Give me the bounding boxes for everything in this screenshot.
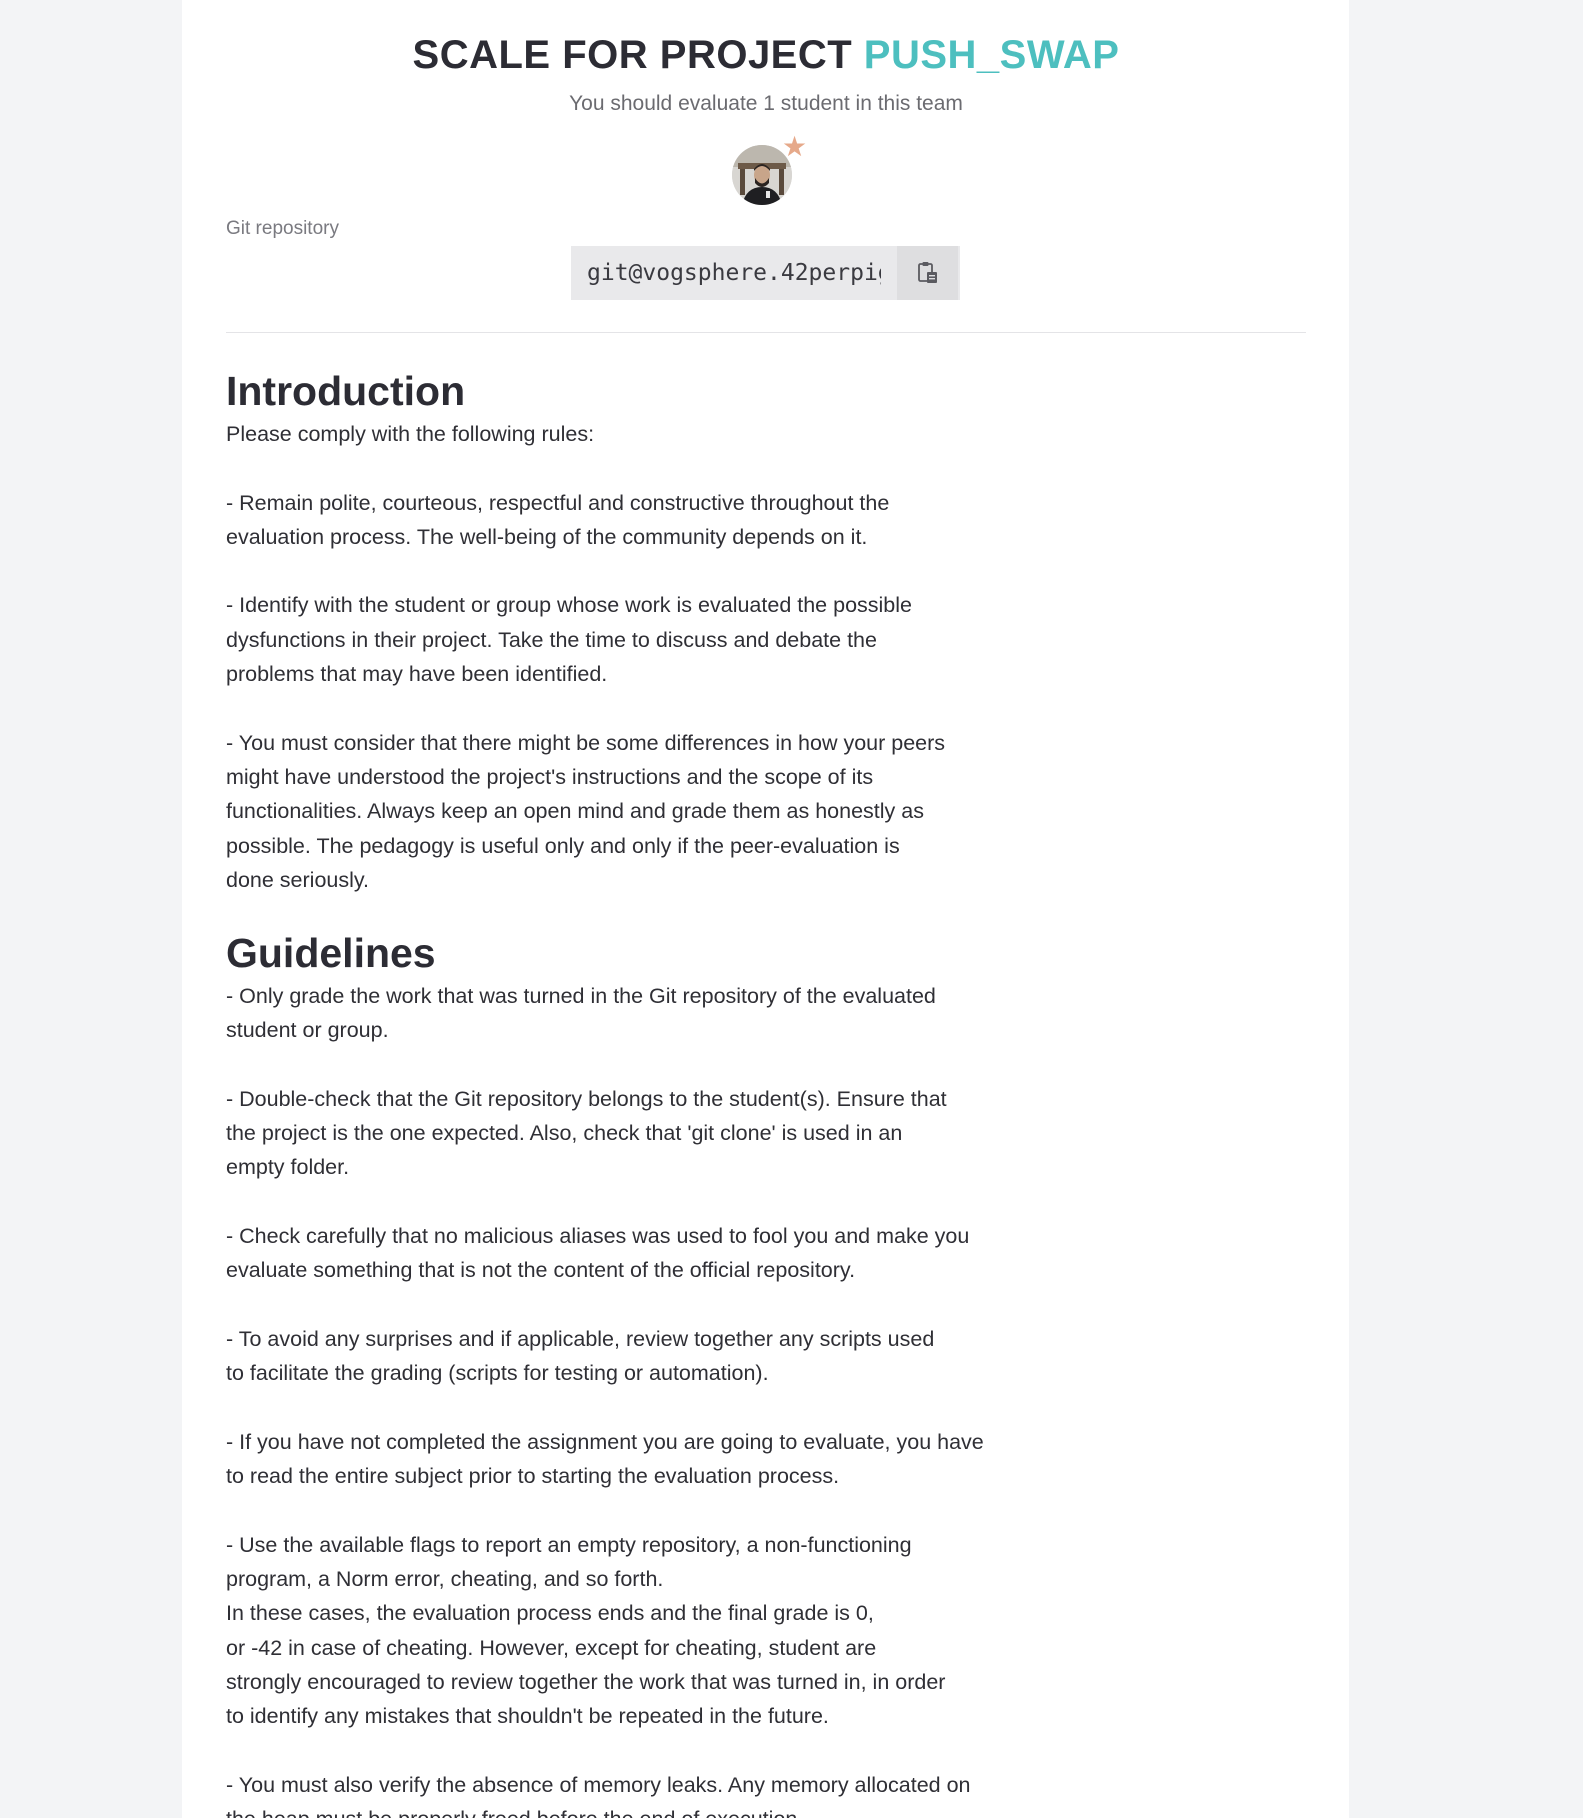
clipboard-icon: [917, 262, 937, 283]
git-repository-label: Git repository: [226, 218, 339, 239]
star-icon: ★: [782, 131, 808, 162]
evaluation-subtitle: You should evaluate 1 student in this te…: [569, 92, 963, 115]
evaluation-page: SCALE FOR PROJECT PUSH_SWAP You should e…: [182, 0, 1349, 1818]
project-name: PUSH_SWAP: [863, 33, 1120, 77]
guidelines-heading: Guidelines: [226, 930, 436, 976]
copy-git-url-button[interactable]: [897, 246, 958, 300]
git-repository-box: [571, 246, 960, 300]
introduction-heading: Introduction: [226, 368, 466, 414]
section-divider: [226, 332, 1306, 333]
guidelines-text: - Only grade the work that was turned in…: [226, 984, 984, 1818]
git-repository-url-field[interactable]: [571, 246, 897, 300]
title-prefix: SCALE FOR PROJECT: [412, 33, 864, 77]
introduction-text: Please comply with the following rules: …: [226, 422, 946, 892]
student-avatar-wrap[interactable]: ★: [732, 133, 807, 209]
page-title: SCALE FOR PROJECT PUSH_SWAP: [226, 30, 1306, 80]
